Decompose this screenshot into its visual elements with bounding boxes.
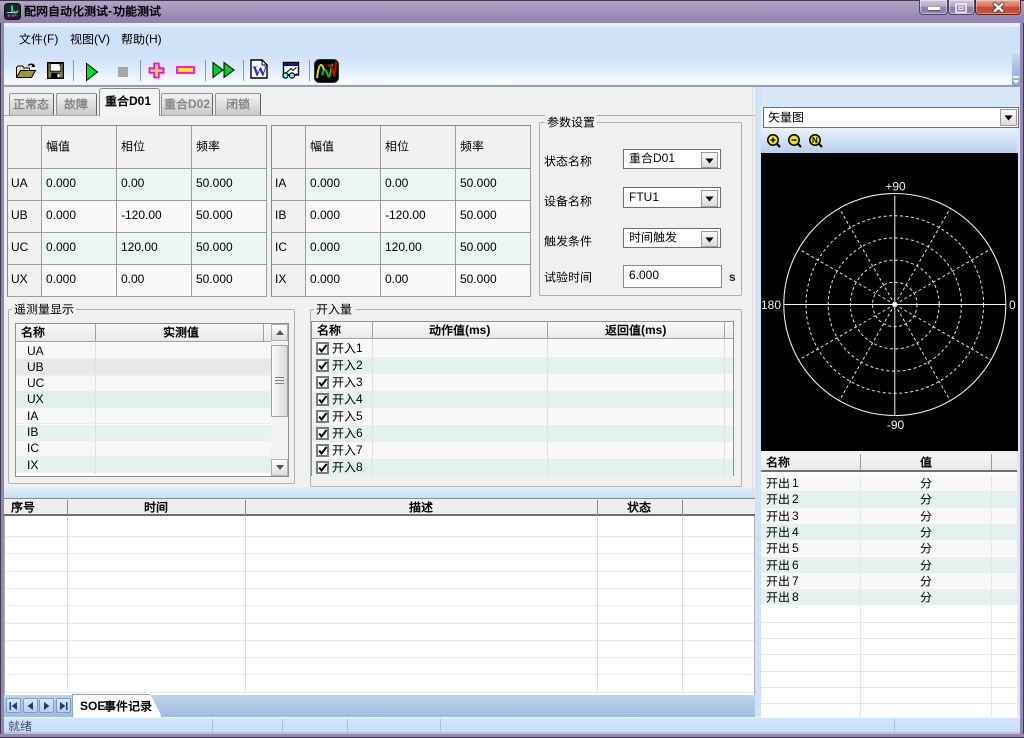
- svg-text:-90: -90: [887, 418, 905, 432]
- svg-text:N: N: [812, 136, 818, 145]
- svg-text:0: 0: [1009, 298, 1016, 312]
- svg-text:+90: +90: [885, 180, 906, 194]
- svg-text:180: 180: [761, 298, 781, 312]
- svg-text:W: W: [252, 64, 267, 79]
